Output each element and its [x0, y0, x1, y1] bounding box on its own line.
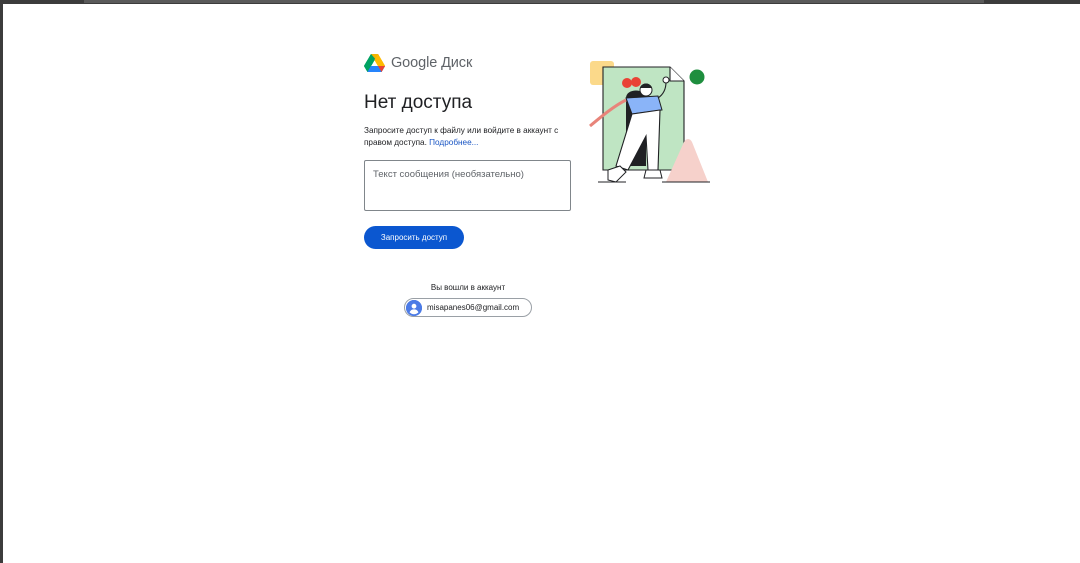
account-circle-icon [406, 299, 422, 316]
page: Google Диск Нет доступа Запросите доступ… [0, 0, 1080, 563]
access-description: Запросите доступ к файлу или войдите в а… [364, 125, 574, 149]
learn-more-link[interactable]: Подробнее... [429, 138, 478, 147]
request-access-button[interactable]: Запросить доступ [364, 226, 464, 249]
page-title: Нет доступа [364, 92, 473, 113]
message-field[interactable] [364, 160, 571, 211]
signed-in-label: Вы вошли в аккаунт [430, 283, 506, 292]
access-denied-panel: Google Диск Нет доступа Запросите доступ… [364, 52, 584, 249]
no-access-illustration [586, 58, 716, 186]
account-chip[interactable]: misapanes06@gmail.com [404, 298, 532, 317]
account-email: misapanes06@gmail.com [427, 303, 520, 312]
window-left-edge [0, 4, 3, 563]
window-top-bar [0, 0, 1080, 4]
google-drive-logo-icon [364, 54, 385, 72]
brand-header: Google Диск [364, 52, 584, 74]
account-section: Вы вошли в аккаунт misapanes06@gmail.com [404, 282, 532, 317]
brand-name: Google Диск [391, 55, 473, 71]
